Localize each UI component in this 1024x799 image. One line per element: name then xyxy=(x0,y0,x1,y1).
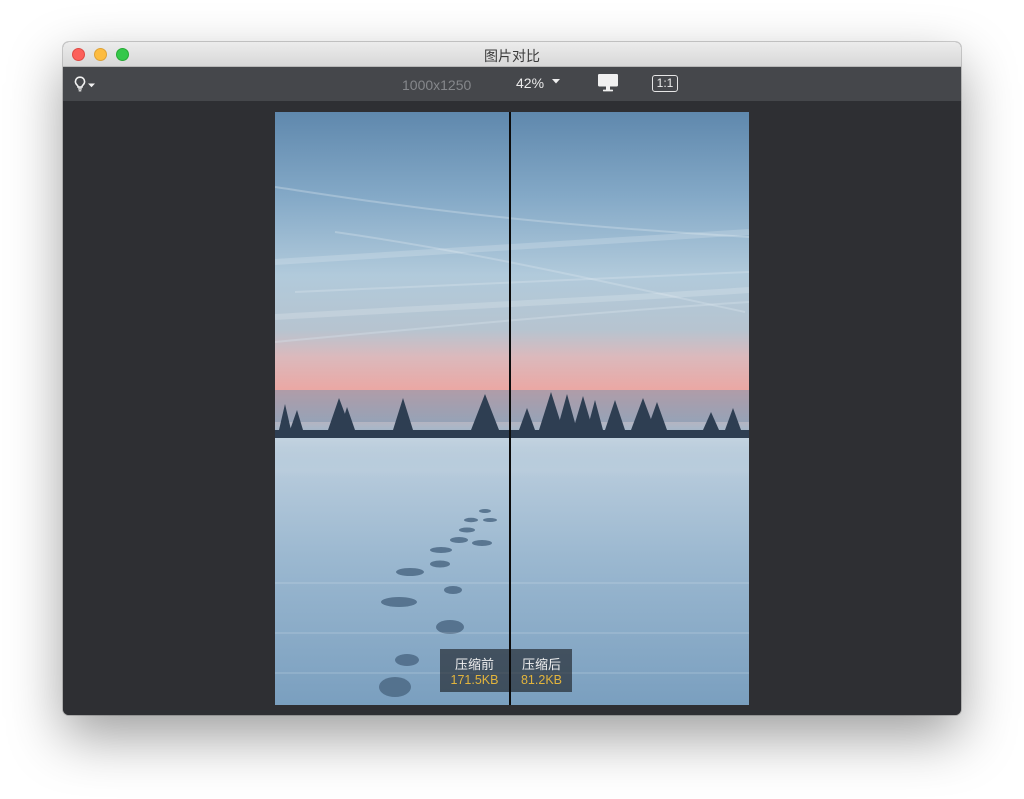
after-label: 压缩后 xyxy=(521,658,561,673)
monitor-icon xyxy=(598,74,618,92)
comparison-divider[interactable] xyxy=(509,112,511,705)
lightbulb-icon xyxy=(74,76,95,92)
fit-to-screen-button[interactable] xyxy=(597,73,619,93)
title-bar[interactable]: 图片对比 xyxy=(63,42,961,67)
app-window: 图片对比 1000x1250 42% 1:1 压缩前 171.5KB 压缩后 8… xyxy=(63,42,961,715)
chevron-down-icon xyxy=(552,79,561,84)
toolbar: 1000x1250 42% 1:1 xyxy=(63,67,961,101)
after-compression-info: 压缩后 81.2KB xyxy=(511,649,572,692)
before-size: 171.5KB xyxy=(450,673,499,687)
zoom-dropdown[interactable]: 42% xyxy=(516,75,563,93)
before-compression-info: 压缩前 171.5KB xyxy=(440,649,509,692)
actual-size-button[interactable]: 1:1 xyxy=(652,75,678,92)
background-toggle-button[interactable] xyxy=(73,75,101,93)
chevron-down-icon xyxy=(88,83,95,88)
snow-landscape-image xyxy=(275,112,749,705)
after-size: 81.2KB xyxy=(520,673,562,687)
before-label: 压缩前 xyxy=(454,658,494,673)
zoom-value: 42% xyxy=(516,75,545,91)
comparison-canvas: 压缩前 171.5KB 压缩后 81.2KB xyxy=(63,101,961,715)
image-dimensions: 1000x1250 xyxy=(402,77,472,93)
window-title: 图片对比 xyxy=(484,49,540,65)
comparison-image[interactable]: 压缩前 171.5KB 压缩后 81.2KB xyxy=(275,112,749,705)
